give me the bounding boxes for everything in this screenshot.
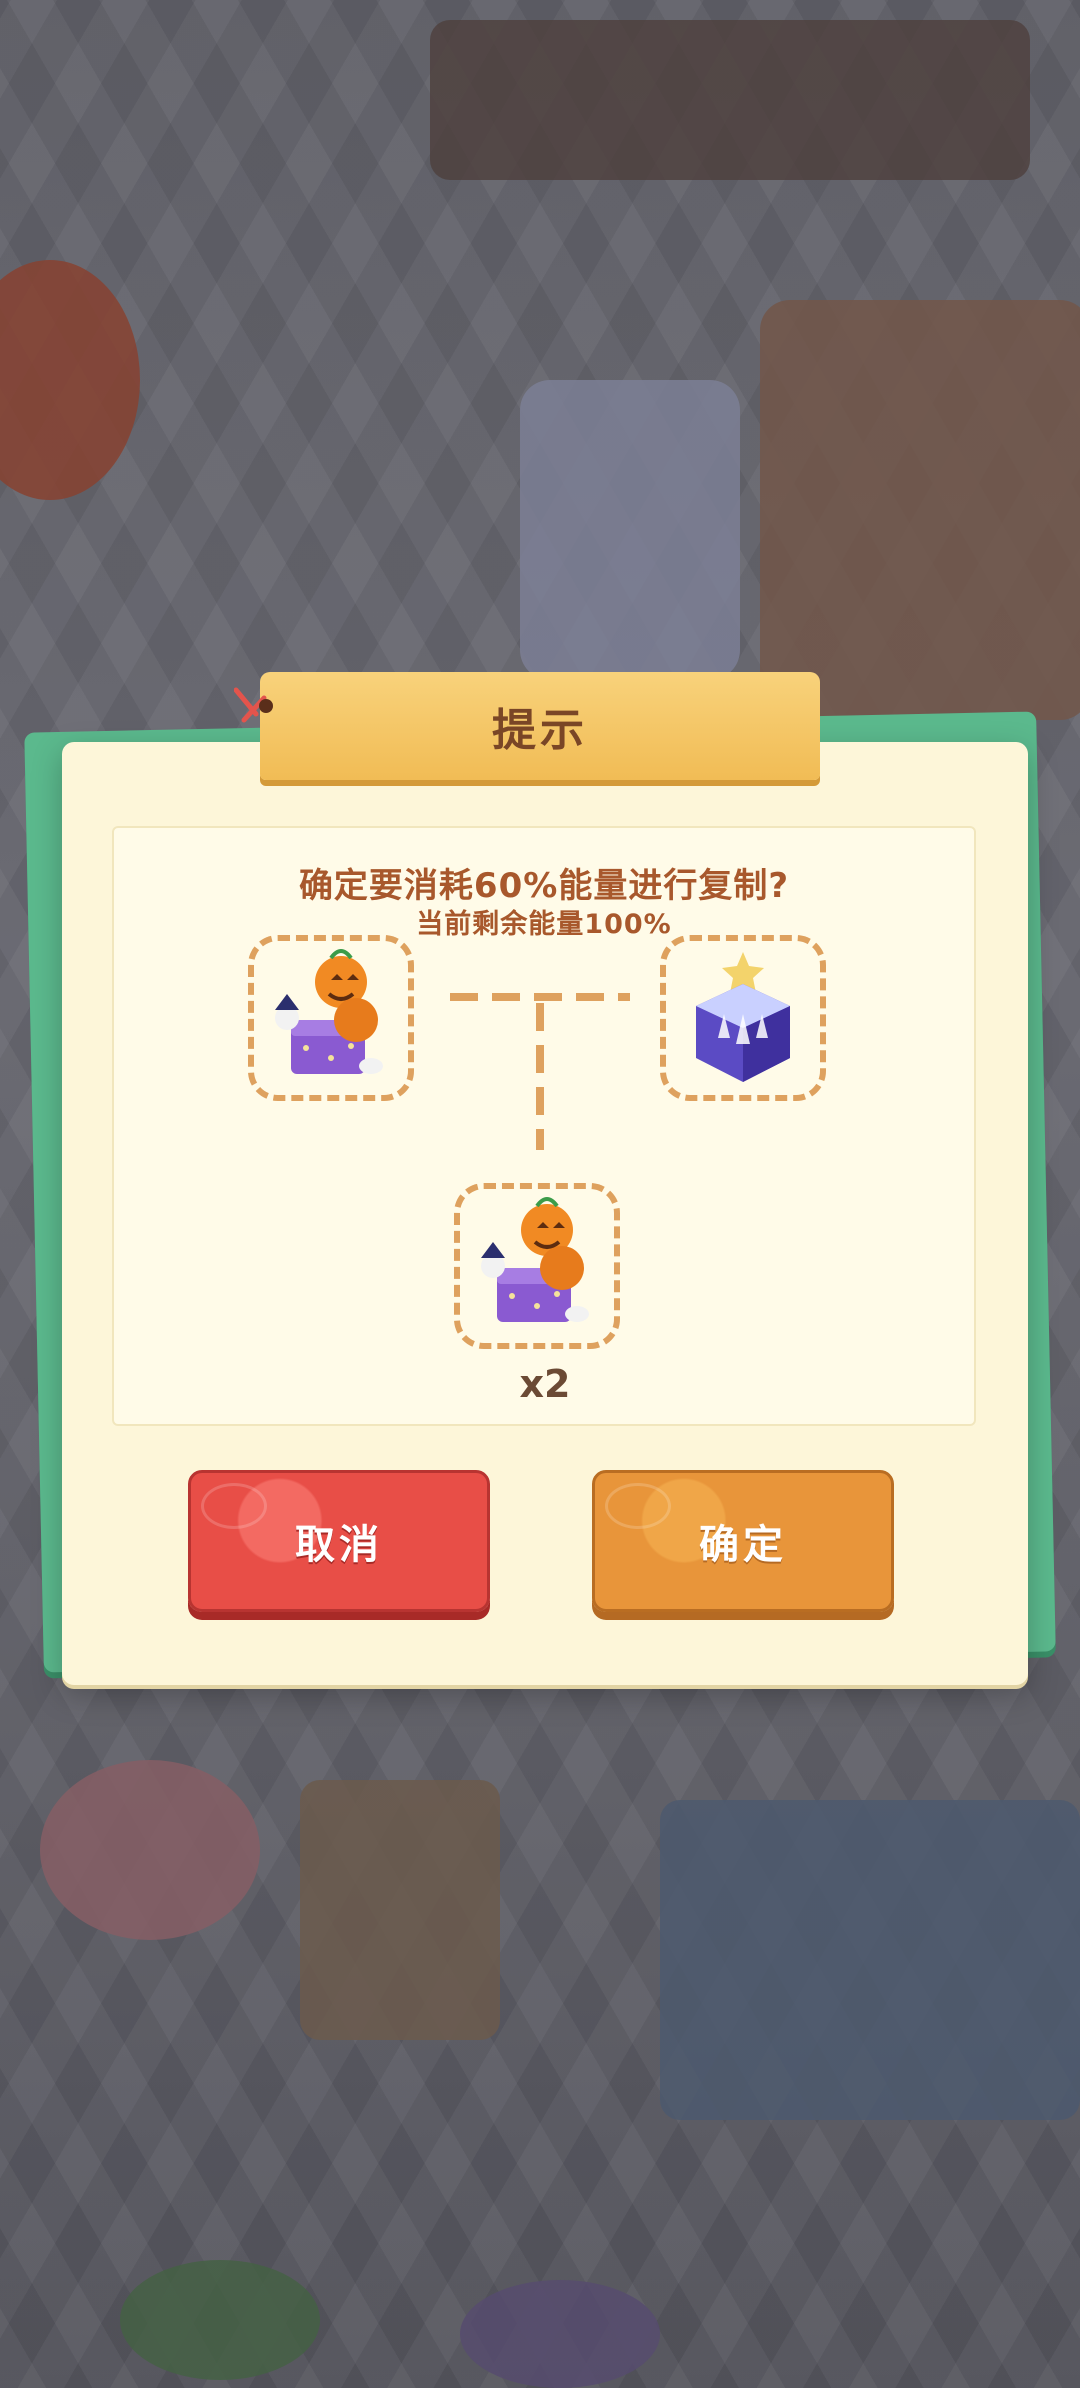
tag-string-icon <box>234 687 273 723</box>
cancel-button[interactable]: 取消 <box>188 1470 490 1612</box>
cancel-button-label: 取消 <box>295 1522 383 1568</box>
copy-quantity-label: x2 <box>519 1362 571 1406</box>
confirm-button[interactable]: 确定 <box>592 1470 894 1612</box>
dialog-title-tab: 提示 <box>260 672 820 780</box>
crystal-castle-icon <box>696 952 790 1082</box>
result-item-slot <box>454 1183 620 1349</box>
confirm-button-label: 确定 <box>699 1522 787 1568</box>
copy-question-text: 确定要消耗60%能量进行复制? <box>298 866 790 906</box>
halloween-pumpkin-gift-icon <box>481 1197 589 1322</box>
energy-item-slot <box>660 935 826 1101</box>
source-item-slot <box>248 935 414 1101</box>
energy-remaining-text: 当前剩余能量100% <box>416 909 672 940</box>
copy-connector-lines <box>450 993 630 1150</box>
dialog-title: 提示 <box>492 705 588 756</box>
halloween-pumpkin-gift-icon <box>275 949 383 1074</box>
